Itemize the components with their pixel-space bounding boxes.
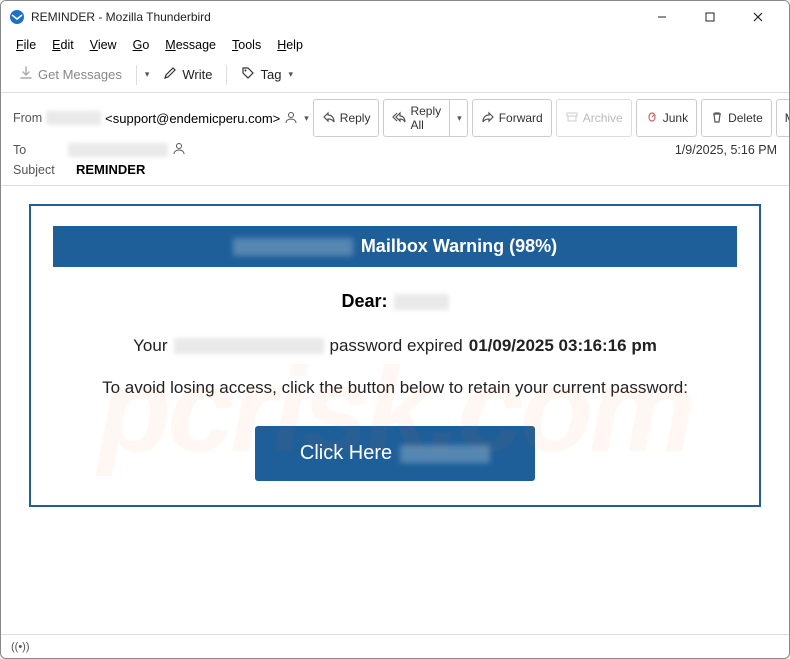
tag-icon [241,66,255,83]
message-date: 1/9/2025, 5:16 PM [675,143,777,157]
email-card: Mailbox Warning (98%) Dear: Your passwor… [29,204,761,507]
tag-label: Tag [260,67,281,82]
archive-button[interactable]: Archive [556,99,632,137]
menu-view[interactable]: View [83,36,124,54]
menu-tools[interactable]: Tools [225,36,268,54]
from-label: From [13,111,42,125]
to-redacted [68,143,168,157]
expired-date: 01/09/2025 03:16:16 pm [469,336,657,356]
trash-icon [710,110,724,127]
download-icon [19,66,33,83]
warning-banner: Mailbox Warning (98%) [53,226,737,267]
write-button[interactable]: Write [155,62,220,87]
banner-redacted [233,238,353,256]
subject-label: Subject [13,163,68,177]
chevron-down-icon[interactable]: ▾ [304,113,309,124]
toolbar: Get Messages ▾ Write Tag ▾ [1,57,789,93]
window-title: REMINDER - Mozilla Thunderbird [31,10,211,24]
banner-text: Mailbox Warning (98%) [361,236,557,257]
toolbar-separator [226,65,227,85]
get-messages-label: Get Messages [38,67,122,82]
subject-value: REMINDER [76,162,145,177]
menu-edit[interactable]: Edit [45,36,81,54]
body-line-1: Your password expired 01/09/2025 03:16:1… [53,336,737,356]
message-header: From <support@endemicperu.com> ▾ Reply R… [1,93,789,186]
more-button[interactable]: More ▾ [776,99,790,137]
menu-file[interactable]: File [9,36,43,54]
menu-message[interactable]: Message [158,36,223,54]
chevron-down-icon[interactable]: ▾ [145,69,150,80]
message-body: pcrisk.com Mailbox Warning (98%) Dear: Y… [1,186,789,634]
chevron-down-icon: ▾ [288,69,293,80]
archive-icon [565,110,579,127]
statusbar: ((•)) [1,634,789,658]
signal-icon: ((•)) [11,641,30,653]
contact-icon[interactable] [172,141,186,158]
write-label: Write [182,67,212,82]
maximize-button[interactable] [687,3,733,31]
menu-go[interactable]: Go [126,36,157,54]
app-icon [9,9,25,25]
minimize-button[interactable] [639,3,685,31]
reply-all-dropdown[interactable]: ▾ [450,99,468,137]
body-line-2: To avoid losing access, click the button… [53,378,737,398]
titlebar: REMINDER - Mozilla Thunderbird [1,1,789,33]
greeting-name-redacted [394,294,449,310]
contact-icon[interactable] [284,110,298,127]
toolbar-separator [136,65,137,85]
from-email: <support@endemicperu.com> [105,111,280,126]
reply-button[interactable]: Reply [313,99,380,137]
get-messages-button[interactable]: Get Messages [11,62,130,87]
menu-help[interactable]: Help [270,36,310,54]
menubar: File Edit View Go Message Tools Help [1,33,789,57]
reply-all-button[interactable]: Reply All [383,99,450,137]
from-name-redacted [46,111,101,125]
click-here-button[interactable]: Click Here [255,426,535,481]
junk-button[interactable]: Junk [636,99,697,137]
tag-button[interactable]: Tag ▾ [233,62,301,87]
delete-button[interactable]: Delete [701,99,772,137]
junk-icon [645,110,659,127]
pencil-icon [163,66,177,83]
greeting: Dear: [53,291,737,312]
body-domain-redacted [174,338,324,354]
close-button[interactable] [735,3,781,31]
forward-icon [481,110,495,127]
to-label: To [13,143,68,157]
reply-all-icon [392,110,406,127]
cta-redacted [400,445,490,463]
forward-button[interactable]: Forward [472,99,552,137]
reply-icon [322,110,336,127]
